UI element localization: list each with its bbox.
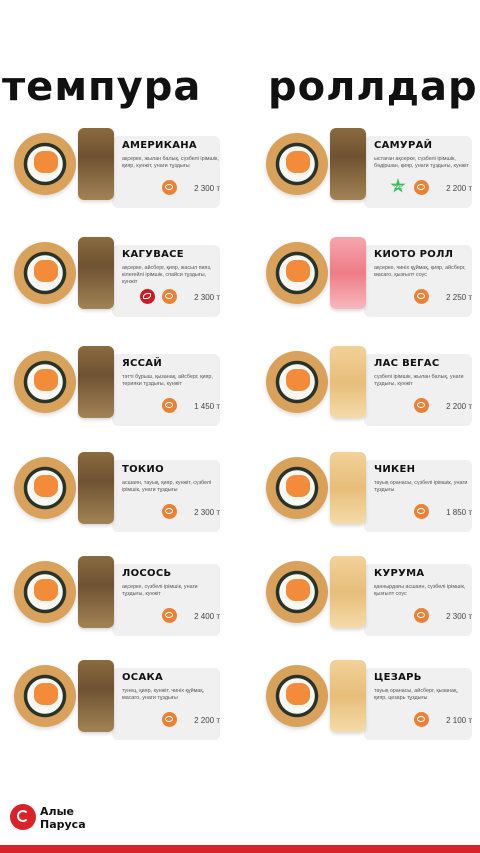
menu-item[interactable]: АМЕРИКАНА ақсерке, жылан балық, сүзбелі і… (0, 128, 240, 233)
roll-side-image (78, 237, 114, 309)
menu-item[interactable]: ЛАС ВЕГАС сүзбелі ірімшік, жылан балық, у… (252, 346, 480, 451)
sushi-icon (414, 712, 429, 727)
item-price: 2 200 т (446, 402, 472, 411)
roll-cross-section-image (266, 665, 328, 727)
item-price: 2 300 т (446, 612, 472, 621)
item-name: ЛОСОСЬ (122, 568, 172, 579)
roll-cross-section-image (14, 457, 76, 519)
brand-line-1: Алые (40, 805, 74, 818)
menu-item[interactable]: ОСАКА тунец, қияр, кунжіт, чиніх құймақ, … (0, 660, 240, 765)
roll-side-image (330, 452, 366, 524)
sushi-icon (414, 180, 429, 195)
roll-side-image (78, 128, 114, 200)
sushi-icon (162, 608, 177, 623)
roll-side-image (78, 556, 114, 628)
item-price: 2 200 т (446, 184, 472, 193)
item-description: тауық оранасы, айсберг, қызанақ, қияр, ц… (374, 688, 458, 701)
chili-pepper-icon (140, 289, 155, 304)
menu-item[interactable]: ЦЕЗАРЬ тауық оранасы, айсберг, қызанақ, қ… (252, 660, 480, 765)
roll-cross-section-image (14, 561, 76, 623)
sushi-icon (162, 398, 177, 413)
roll-cross-section-image (266, 561, 328, 623)
item-price: 2 100 т (446, 716, 472, 725)
roll-side-image (330, 660, 366, 732)
header-word-tempura: темпура (2, 64, 202, 110)
item-name: ЧИКЕН (374, 464, 416, 475)
sushi-icon (414, 504, 429, 519)
roll-side-image (78, 660, 114, 732)
roll-side-image (330, 237, 366, 309)
item-description: сүзбелі ірімшік, жылан балық, унаги тұзд… (374, 374, 464, 387)
roll-cross-section-image (14, 242, 76, 304)
roll-cross-section-image (266, 457, 328, 519)
item-name: КУРУМА (374, 568, 425, 579)
menu-item[interactable]: ТОКИО асшаян, тауық, қияр, кунжіт, сүзбел… (0, 452, 240, 557)
header-word-rolls: роллдар (268, 64, 478, 110)
item-description: тунец, қияр, кунжіт, чиніх құймақ, масаг… (122, 688, 205, 701)
item-name: ЦЕЗАРЬ (374, 672, 422, 683)
roll-cross-section-image (14, 351, 76, 413)
item-description: тауық оранасы, сүзбелі ірімшік, унаги тұ… (374, 480, 468, 493)
menu-item[interactable]: КАГУВАСЕ ақсерке, айсберг, қияр, жасыл пи… (0, 237, 240, 342)
item-name: КАГУВАСЕ (122, 249, 184, 260)
menu-item[interactable]: КУРУМА қаннырдағы асшаян, сүзбелі ірімшік… (252, 556, 480, 661)
sushi-icon (162, 289, 177, 304)
menu-item[interactable]: КИОТО РОЛЛ ақсерке, чиніх құймақ, қияр, а… (252, 237, 480, 342)
page-header: темпура роллдар (0, 62, 480, 112)
menu-item[interactable]: ЧИКЕН тауық оранасы, сүзбелі ірімшік, уна… (252, 452, 480, 557)
sushi-icon (414, 608, 429, 623)
item-name: КИОТО РОЛЛ (374, 249, 454, 260)
roll-cross-section-image (14, 133, 76, 195)
brand-line-2: Паруса (40, 818, 86, 831)
item-description: ақсерке, жылан балық, сүзбелі ірімшік, қ… (122, 156, 219, 169)
sushi-icon (162, 712, 177, 727)
item-price: 2 300 т (194, 508, 220, 517)
item-price: 2 300 т (194, 293, 220, 302)
roll-side-image (330, 128, 366, 200)
item-price: 1 450 т (194, 402, 220, 411)
roll-cross-section-image (266, 133, 328, 195)
item-price: 1 850 т (446, 508, 472, 517)
item-price: 2 300 т (194, 184, 220, 193)
footer-bar (0, 845, 480, 853)
item-description: ақсерке, айсберг, қияр, жасыл пияз, кіле… (122, 265, 212, 285)
menu-item[interactable]: ЯССАЙ тәтті бұрыш, қызанақ, айсберг, қияр… (0, 346, 240, 451)
roll-side-image (330, 556, 366, 628)
brand-logo (10, 804, 36, 830)
sushi-icon (414, 289, 429, 304)
item-price: 2 400 т (194, 612, 220, 621)
item-name: ЛАС ВЕГАС (374, 358, 440, 369)
item-name: САМУРАЙ (374, 140, 433, 151)
item-description: ыстаған ақсерке, сүзбелі ірімшік, бәдірш… (374, 156, 469, 169)
item-description: ақсерке, сүзбелі ірімшік, унаги тұздығы,… (122, 584, 198, 597)
sushi-icon (414, 398, 429, 413)
item-name: ОСАКА (122, 672, 163, 683)
item-price: 2 250 т (446, 293, 472, 302)
item-name: ТОКИО (122, 464, 164, 475)
roll-cross-section-image (14, 665, 76, 727)
item-name: ЯССАЙ (122, 358, 162, 369)
item-description: асшаян, тауық, қияр, кунжіт, сүзбелі ірі… (122, 480, 212, 493)
item-description: ақсерке, чиніх құймақ, қияр, айсберг, ма… (374, 265, 466, 278)
roll-side-image (78, 346, 114, 418)
sushi-icon (162, 180, 177, 195)
item-description: тәтті бұрыш, қызанақ, айсберг, қияр, тер… (122, 374, 213, 387)
menu-item[interactable]: САМУРАЙ ыстаған ақсерке, сүзбелі ірімшік,… (252, 128, 480, 233)
item-description: қаннырдағы асшаян, сүзбелі ірімшік, қызғ… (374, 584, 466, 597)
item-name: АМЕРИКАНА (122, 140, 197, 151)
sushi-icon (162, 504, 177, 519)
roll-side-image (78, 452, 114, 524)
roll-cross-section-image (266, 351, 328, 413)
item-price: 2 200 т (194, 716, 220, 725)
roll-side-image (330, 346, 366, 418)
menu-item[interactable]: ЛОСОСЬ ақсерке, сүзбелі ірімшік, унаги тұ… (0, 556, 240, 661)
roll-cross-section-image (266, 242, 328, 304)
